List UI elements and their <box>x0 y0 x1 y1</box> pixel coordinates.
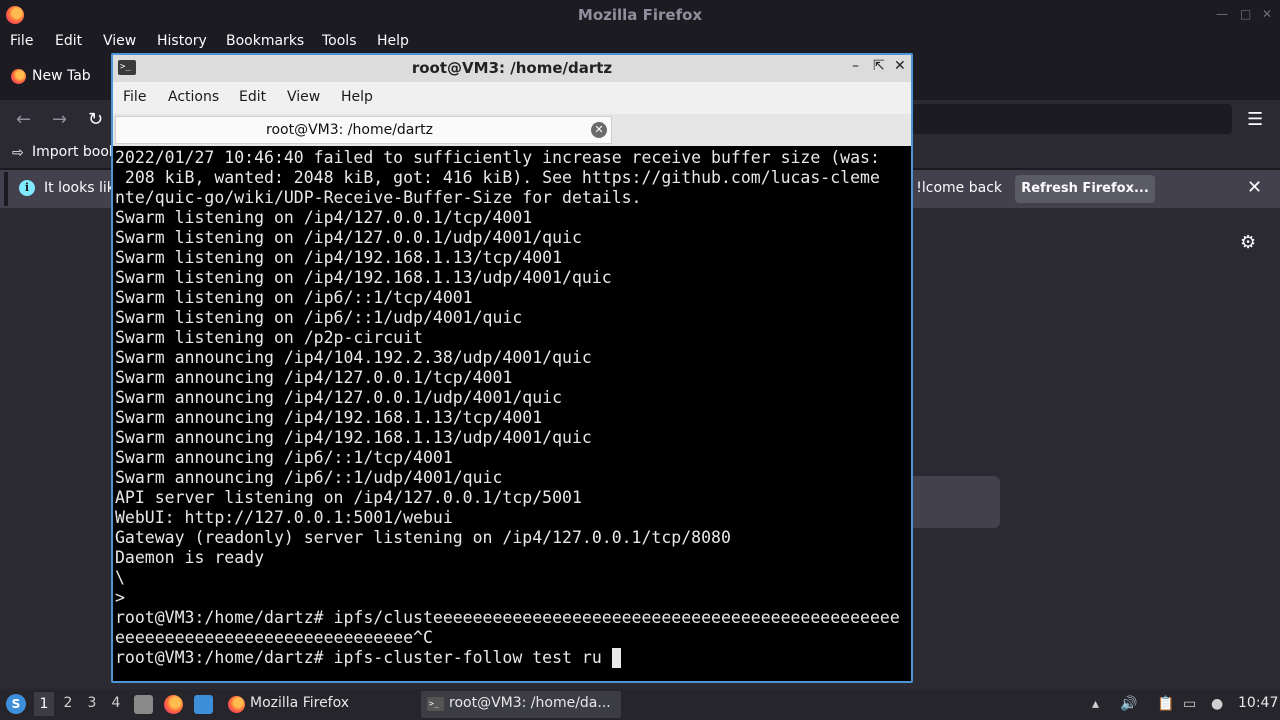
terminal-line: Swarm announcing /ip6/::1/udp/4001/quic <box>115 468 503 487</box>
reload-icon[interactable]: ↻ <box>88 109 103 130</box>
maximize-icon[interactable]: ⇱ <box>873 58 885 74</box>
terminal-line: root@VM3:/home/dartz# ipfs/clusteeeeeeee… <box>115 608 900 627</box>
menu-tools[interactable]: Tools <box>322 33 357 49</box>
workspace-2[interactable]: 2 <box>58 695 78 711</box>
newtab-search-box[interactable] <box>912 476 1000 528</box>
clipboard-icon[interactable]: 📋 <box>1157 696 1174 712</box>
terminal-line: \ <box>115 568 125 587</box>
tray-arrow-icon[interactable]: ▴ <box>1092 696 1099 712</box>
import-icon: ⇨ <box>12 145 24 161</box>
menu-file[interactable]: File <box>123 89 146 105</box>
terminal-line: Swarm announcing /ip6/::1/tcp/4001 <box>115 448 453 467</box>
menu-view[interactable]: View <box>103 33 136 49</box>
terminal-line: Swarm listening on /ip4/192.168.1.13/udp… <box>115 268 612 287</box>
firefox-icon <box>228 696 245 713</box>
terminal-line: > <box>115 588 125 607</box>
terminal-tab-label: root@VM3: /home/dartz <box>266 122 433 138</box>
workspace-4[interactable]: 4 <box>106 695 126 711</box>
menu-view[interactable]: View <box>287 89 320 105</box>
url-bar[interactable] <box>912 104 1232 134</box>
terminal-lines: 2022/01/27 10:46:40 failed to sufficient… <box>115 148 900 668</box>
terminal-icon: >_ <box>427 697 444 711</box>
terminal-line: Swarm listening on /ip4/192.168.1.13/tcp… <box>115 248 563 267</box>
terminal-line: Daemon is ready <box>115 548 265 567</box>
refresh-firefox-button[interactable]: Refresh Firefox... <box>1015 175 1155 203</box>
terminal-line: WebUI: http://127.0.0.1:5001/webui <box>115 508 453 527</box>
terminal-line: 208 kiB, wanted: 2048 kiB, got: 416 kiB)… <box>115 168 880 187</box>
terminal-tab[interactable]: root@VM3: /home/dartz ✕ <box>115 116 612 144</box>
taskbar-firefox[interactable]: Mozilla Firefox <box>222 691 418 718</box>
file-manager-icon[interactable] <box>134 695 153 714</box>
close-icon[interactable]: ✕ <box>894 58 906 74</box>
firefox-launcher-icon[interactable] <box>164 695 183 714</box>
terminal-line: eeeeeeeeeeeeeeeeeeeeeeeeeeeeee^C <box>115 628 433 647</box>
close-icon[interactable]: ✕ <box>1262 7 1272 21</box>
terminal-line: Swarm listening on /ip4/127.0.0.1/tcp/40… <box>115 208 533 227</box>
firefox-titlebar: Mozilla Firefox — □ ✕ <box>0 0 1280 30</box>
menu-bookmarks[interactable]: Bookmarks <box>226 33 304 49</box>
terminal-window: >_ root@VM3: /home/dartz – ⇱ ✕ File Acti… <box>111 53 913 683</box>
display-icon[interactable]: ▭ <box>1183 696 1196 712</box>
minimize-icon[interactable]: – <box>852 58 859 74</box>
menu-file[interactable]: File <box>10 33 33 49</box>
minimize-icon[interactable]: — <box>1216 7 1228 21</box>
terminal-line: Swarm announcing /ip4/192.168.1.13/tcp/4… <box>115 408 543 427</box>
tab-label: New Tab <box>32 68 91 84</box>
menu-help[interactable]: Help <box>341 89 373 105</box>
maximize-icon[interactable]: □ <box>1240 7 1251 21</box>
volume-icon[interactable]: 🔊 <box>1120 696 1137 712</box>
network-icon[interactable]: ● <box>1211 696 1223 712</box>
import-bookmarks-link[interactable]: Import book <box>32 144 117 160</box>
terminal-line: Swarm announcing /ip4/127.0.0.1/tcp/4001 <box>115 368 513 387</box>
terminal-line: Swarm listening on /ip4/127.0.0.1/udp/40… <box>115 228 582 247</box>
firefox-tab-icon <box>11 69 26 84</box>
notification-text: It looks lik <box>44 180 115 196</box>
tab-new-tab[interactable]: New Tab <box>4 60 114 94</box>
terminal-line: Swarm listening on /ip6/::1/udp/4001/qui… <box>115 308 523 327</box>
terminal-line: Swarm announcing /ip4/192.168.1.13/udp/4… <box>115 428 592 447</box>
workspace-3[interactable]: 3 <box>82 695 102 711</box>
terminal-output[interactable]: 2022/01/27 10:46:40 failed to sufficient… <box>115 148 909 681</box>
menu-help[interactable]: Help <box>377 33 409 49</box>
gear-icon[interactable]: ⚙ <box>1240 232 1256 253</box>
terminal-line: Gateway (readonly) server listening on /… <box>115 528 731 547</box>
forward-icon[interactable]: → <box>52 109 67 130</box>
hamburger-menu-icon[interactable]: ☰ <box>1247 109 1263 130</box>
close-tab-icon[interactable]: ✕ <box>591 122 607 138</box>
menu-history[interactable]: History <box>157 33 207 49</box>
close-notification-icon[interactable]: ✕ <box>1247 177 1262 198</box>
terminal-tabbar: root@VM3: /home/dartz ✕ <box>113 114 911 146</box>
terminal-line: root@VM3:/home/dartz# ipfs-cluster-follo… <box>115 648 602 667</box>
terminal-line: 2022/01/27 10:46:40 failed to sufficient… <box>115 148 880 167</box>
terminal-line: Swarm listening on /p2p-circuit <box>115 328 423 347</box>
terminal-line: Swarm listening on /ip6/::1/tcp/4001 <box>115 288 473 307</box>
terminal-line: API server listening on /ip4/127.0.0.1/t… <box>115 488 582 507</box>
terminal-titlebar[interactable]: >_ root@VM3: /home/dartz – ⇱ ✕ <box>113 55 911 82</box>
taskbar-firefox-label: Mozilla Firefox <box>250 695 350 711</box>
taskbar-terminal[interactable]: >_ root@VM3: /home/da... <box>421 691 621 718</box>
terminal-line: Swarm announcing /ip4/104.192.2.38/udp/4… <box>115 348 592 367</box>
taskbar: S 1 2 3 4 Mozilla Firefox >_ root@VM3: /… <box>0 689 1280 720</box>
terminal-cursor <box>612 648 621 668</box>
firefox-window-title: Mozilla Firefox <box>577 6 703 24</box>
notification-edge <box>4 172 8 206</box>
desktop-icon[interactable] <box>194 695 213 714</box>
start-menu-icon[interactable]: S <box>6 694 26 714</box>
info-icon: i <box>19 180 35 196</box>
notification-text-tail: lcome back! <box>916 180 1002 196</box>
back-icon[interactable]: ← <box>16 109 31 130</box>
terminal-window-title: root@VM3: /home/dartz <box>411 59 613 77</box>
menu-actions[interactable]: Actions <box>168 89 219 105</box>
menu-edit[interactable]: Edit <box>239 89 266 105</box>
taskbar-terminal-label: root@VM3: /home/da... <box>449 695 611 711</box>
clock: 10:47 <box>1238 695 1279 711</box>
firefox-menubar: File Edit View History Bookmarks Tools H… <box>0 30 1280 54</box>
terminal-menubar: File Actions Edit View Help <box>113 82 911 114</box>
terminal-line: Swarm announcing /ip4/127.0.0.1/udp/4001… <box>115 388 563 407</box>
menu-edit[interactable]: Edit <box>55 33 82 49</box>
terminal-line: nte/quic-go/wiki/UDP-Receive-Buffer-Size… <box>115 188 642 207</box>
workspace-1[interactable]: 1 <box>34 692 54 716</box>
